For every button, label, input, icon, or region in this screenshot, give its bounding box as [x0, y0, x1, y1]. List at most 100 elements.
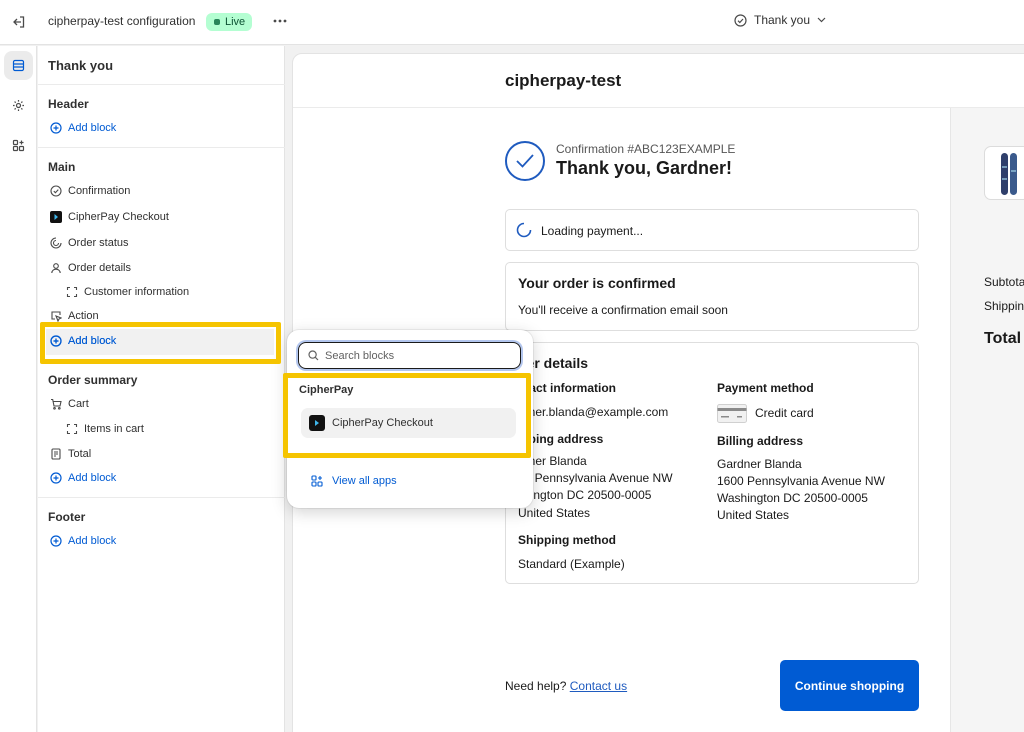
add-block-label: Add block [68, 472, 117, 484]
order-confirmed-title: Your order is confirmed [518, 275, 676, 291]
view-all-label: View all apps [332, 475, 397, 487]
sidebar-item-label: Action [68, 310, 99, 322]
shipping-label: Shipping [984, 299, 1024, 313]
apps-icon[interactable] [4, 131, 33, 160]
sidebar-item-customer-information[interactable]: Customer information [66, 284, 189, 300]
page-selector[interactable]: Thank you [734, 13, 826, 27]
section-heading-order-summary: Order summary [48, 373, 138, 387]
sidebar-item-label: Customer information [84, 286, 190, 298]
search-icon [308, 350, 319, 361]
block-placeholder-icon [66, 423, 78, 435]
section-heading-main: Main [48, 160, 76, 174]
divider [38, 497, 285, 498]
divider [38, 84, 285, 85]
divider [38, 147, 285, 148]
shop-header: cipherpay-test [293, 54, 1024, 108]
product-thumbnail [984, 146, 1024, 200]
help-label: Need help? [505, 679, 567, 693]
check-circle-icon [50, 185, 62, 197]
help-text: Need help? Contact us [505, 679, 627, 693]
sidebar-item-confirmation[interactable]: Confirmation [50, 183, 130, 199]
status-badge-label: Live [225, 16, 246, 28]
settings-gear-icon[interactable] [4, 91, 33, 120]
billing-address-label: Billing address [717, 434, 804, 448]
add-block-label: Add block [68, 535, 117, 547]
sections-sidebar: Thank you Header Add block Main Confirma… [38, 46, 285, 732]
billing-address-line: Washington DC 20500-0005 [717, 491, 868, 505]
header-add-block-button[interactable]: Add block [50, 120, 116, 136]
live-dot-icon [214, 19, 220, 25]
shipping-address-line: United States [518, 506, 591, 520]
order-summary-panel: Subtota Shipping Total [950, 108, 1024, 732]
person-icon [50, 262, 62, 274]
cursor-click-icon [50, 310, 62, 322]
cart-icon [50, 398, 62, 410]
search-blocks-input[interactable]: Search blocks [298, 342, 521, 369]
section-heading-header: Header [48, 97, 89, 111]
billing-address-line: Gardner Blanda [717, 457, 802, 471]
exit-icon[interactable] [8, 11, 30, 33]
left-rail [0, 46, 37, 732]
add-block-label: Add block [68, 122, 117, 134]
sidebar-item-label: Total [68, 448, 92, 460]
sidebar-item-label: Order details [68, 262, 131, 274]
total-label: Total [984, 330, 1022, 347]
plus-circle-icon [50, 472, 62, 484]
top-bar: cipherpay-test configuration Live Thank … [0, 0, 1024, 45]
block-placeholder-icon [66, 286, 78, 298]
sidebar-title: Thank you [48, 58, 114, 73]
credit-card-icon [717, 404, 747, 423]
sidebar-item-items-in-cart[interactable]: Items in cart [66, 421, 144, 437]
confirmation-number: Confirmation #ABC123EXAMPLE [556, 142, 736, 156]
sidebar-item-cipherpay-checkout[interactable]: CipherPay Checkout [50, 209, 169, 225]
thank-you-heading: Thank you, Gardner! [556, 158, 733, 178]
order-details-card: der details ntact information rdner.blan… [505, 342, 919, 584]
sidebar-item-cart[interactable]: Cart [50, 396, 89, 412]
payment-method-value: Credit card [755, 406, 814, 420]
continue-shopping-button[interactable]: Continue shopping [780, 660, 919, 711]
sidebar-item-label: Cart [68, 398, 89, 410]
payment-method-label: Payment method [717, 381, 814, 395]
apps-icon [311, 475, 323, 487]
sidebar-item-label: CipherPay Checkout [68, 211, 169, 223]
order-summary-add-block-button[interactable]: Add block [50, 470, 116, 486]
billing-address-line: United States [717, 508, 790, 522]
sidebar-item-label: Items in cart [84, 423, 144, 435]
confirmation-check-icon [505, 141, 545, 181]
loading-text: Loading payment... [541, 224, 644, 238]
shipping-method-value: Standard (Example) [518, 557, 625, 571]
billing-address-line: 1600 Pennsylvania Avenue NW [717, 474, 885, 488]
cipherpay-logo-icon [50, 211, 62, 223]
sidebar-item-label: Confirmation [68, 185, 131, 197]
shipping-method-label: Shipping method [518, 533, 616, 547]
plus-circle-icon [50, 122, 62, 134]
more-actions-icon[interactable] [270, 11, 290, 31]
sidebar-item-total[interactable]: Total [50, 446, 91, 462]
shop-name: cipherpay-test [505, 71, 622, 90]
payment-loading-card: Loading payment... [505, 209, 919, 251]
shipping-address-line: 00 Pennsylvania Avenue NW [518, 471, 673, 485]
store-title: cipherpay-test configuration [48, 14, 196, 28]
status-badge: Live [206, 13, 253, 31]
sidebar-item-label: Order status [68, 237, 129, 249]
view-all-apps-link[interactable]: View all apps [311, 475, 397, 487]
contact-us-link[interactable]: Contact us [570, 679, 627, 693]
chevron-down-icon [817, 17, 826, 23]
sidebar-item-order-status[interactable]: Order status [50, 235, 129, 251]
receipt-icon [50, 448, 62, 460]
sections-icon[interactable] [4, 51, 33, 80]
page-selector-label: Thank you [754, 13, 811, 27]
order-confirmed-card: Your order is confirmed You'll receive a… [505, 262, 919, 331]
subtotal-label: Subtota [984, 275, 1024, 289]
plus-circle-icon [50, 535, 62, 547]
sidebar-item-order-details[interactable]: Order details [50, 260, 131, 276]
order-confirmed-text: You'll receive a confirmation email soon [518, 303, 728, 317]
shipping-address-line: shington DC 20500-0005 [518, 488, 652, 502]
order-status-icon [50, 237, 62, 249]
section-heading-footer: Footer [48, 510, 86, 524]
highlight-frame [40, 322, 281, 364]
footer-add-block-button[interactable]: Add block [50, 533, 116, 549]
contact-value: rdner.blanda@example.com [518, 405, 669, 419]
spinner-icon [516, 222, 532, 238]
highlight-frame [283, 373, 531, 458]
